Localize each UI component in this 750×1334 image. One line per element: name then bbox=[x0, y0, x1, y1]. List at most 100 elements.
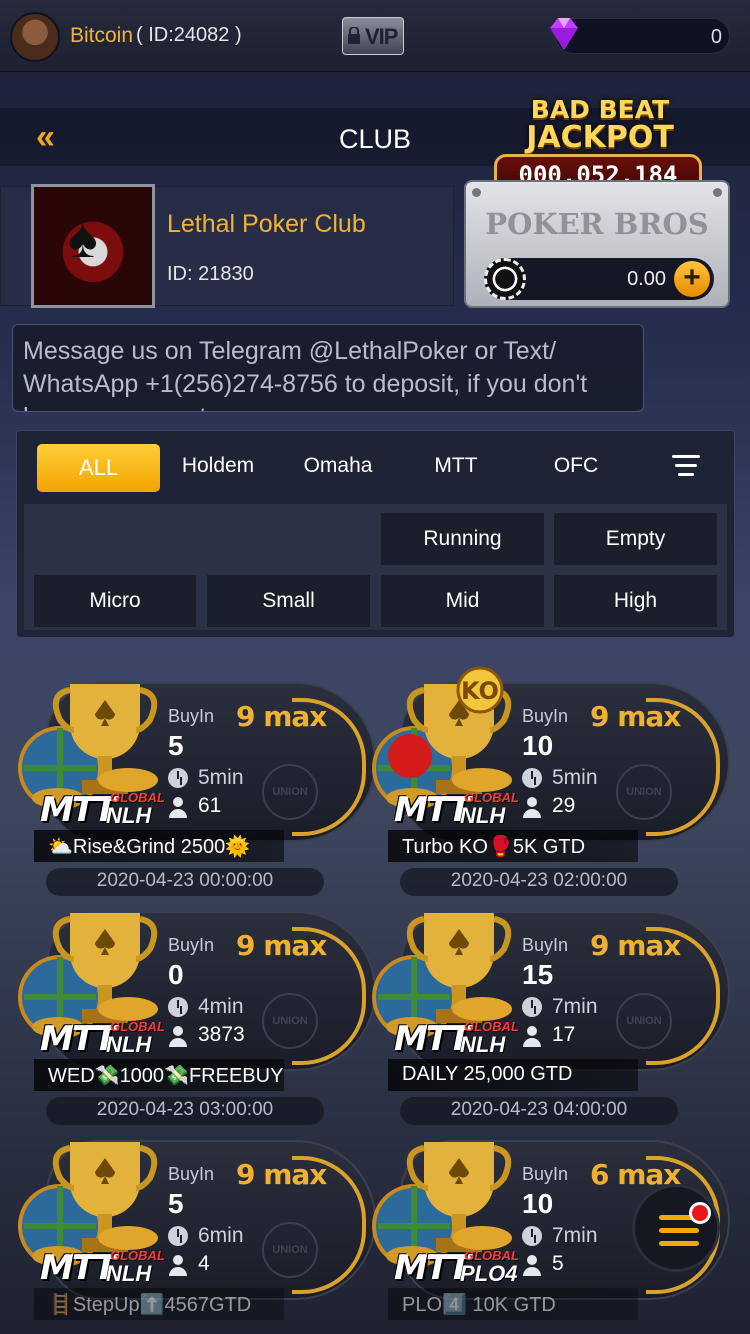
buyin-label: BuyIn bbox=[168, 935, 215, 955]
buyin-label: BuyIn bbox=[168, 1164, 215, 1184]
tournament-card[interactable]: MTT GLOBAL NLH BuyIn 9 max 0 4min 3873 UNION WED💸… bbox=[18, 911, 376, 1139]
buyin-label: BuyIn bbox=[522, 706, 569, 726]
svg-text:KO: KO bbox=[461, 677, 499, 705]
game-type: NLH bbox=[460, 803, 506, 828]
person-icon bbox=[169, 797, 187, 818]
union-badge: UNION bbox=[616, 993, 672, 1049]
person-icon bbox=[523, 1255, 541, 1276]
vip-button[interactable]: VIP bbox=[342, 17, 404, 55]
screw-icon bbox=[472, 188, 481, 197]
player-count: 5 bbox=[552, 1252, 564, 1275]
tournament-name: 🪜StepUp⬆️4567GTD bbox=[48, 1294, 252, 1316]
game-type: NLH bbox=[460, 1032, 506, 1057]
screw-icon bbox=[713, 188, 722, 197]
tournament-name: DAILY 25,000 GTD bbox=[402, 1063, 573, 1085]
filter-high[interactable]: High bbox=[554, 575, 717, 627]
buyin-value: 15 bbox=[522, 959, 554, 990]
buyin-label: BuyIn bbox=[522, 935, 569, 955]
menu-button[interactable] bbox=[632, 1184, 720, 1272]
buyin-value: 0 bbox=[168, 959, 184, 990]
chip-icon bbox=[484, 258, 526, 300]
tab-mtt[interactable]: MTT bbox=[402, 454, 510, 484]
blind-time: 7min bbox=[552, 995, 598, 1018]
filter-running[interactable]: Running bbox=[381, 513, 544, 565]
game-type: NLH bbox=[106, 1032, 152, 1057]
tournament-card[interactable]: MTT GLOBAL NLH BuyIn 9 max 15 7min 17 UNION DAILY… bbox=[372, 911, 730, 1139]
buyin-label: BuyIn bbox=[168, 706, 215, 726]
club-id: ID: 21830 bbox=[167, 263, 254, 285]
buyin-value: 10 bbox=[522, 1188, 554, 1219]
tournament-name: Turbo KO🥊5K GTD bbox=[402, 836, 586, 858]
avatar[interactable] bbox=[10, 12, 60, 62]
buyin-value: 5 bbox=[168, 730, 184, 761]
tab-all[interactable]: ALL bbox=[37, 444, 160, 492]
filter-mid[interactable]: Mid bbox=[381, 575, 544, 627]
club-name: Lethal Poker Club bbox=[167, 210, 366, 238]
menu-icon bbox=[659, 1241, 699, 1246]
game-type: NLH bbox=[106, 1261, 152, 1286]
blind-time: 5min bbox=[552, 766, 598, 789]
mtt-label: MTT bbox=[40, 790, 117, 830]
start-date: 2020-04-23 02:00:00 bbox=[450, 870, 628, 891]
union-badge: UNION bbox=[262, 993, 318, 1049]
clock-icon bbox=[168, 1226, 188, 1246]
clock-icon bbox=[522, 1226, 542, 1246]
person-icon bbox=[523, 797, 541, 818]
plus-icon[interactable]: + bbox=[674, 261, 710, 297]
mtt-label: MTT bbox=[394, 1248, 471, 1288]
max-players: 9 max bbox=[236, 1158, 327, 1191]
player-count: 29 bbox=[552, 794, 576, 817]
clock-icon bbox=[522, 768, 542, 788]
max-players: 9 max bbox=[236, 929, 327, 962]
clock-icon bbox=[168, 997, 188, 1017]
max-players: 9 max bbox=[590, 929, 681, 962]
tournament-card[interactable]: KO MTT GLOBAL NLH BuyIn 9 max 10 5min 29 UNION Tur… bbox=[372, 666, 730, 910]
person-icon bbox=[169, 1026, 187, 1047]
spade-icon: ♠ bbox=[68, 206, 98, 269]
tournament-name: ⛅Rise&Grind 2500🌞 bbox=[48, 836, 251, 858]
person-icon bbox=[523, 1026, 541, 1047]
tab-holdem[interactable]: Holdem bbox=[164, 454, 272, 484]
jackpot-title[interactable]: BAD BEAT JACKPOT bbox=[520, 96, 680, 155]
username: Bitcoin bbox=[70, 24, 134, 47]
game-type: PLO4 bbox=[460, 1261, 518, 1286]
mtt-label: MTT bbox=[40, 1019, 117, 1059]
clock-icon bbox=[168, 768, 188, 788]
start-date: 2020-04-23 03:00:00 bbox=[96, 1099, 274, 1120]
user-id: ( ID:24082 ) bbox=[136, 24, 242, 46]
tournament-name: PLO4️⃣ 10K GTD bbox=[402, 1294, 556, 1316]
mtt-label: MTT bbox=[394, 790, 471, 830]
max-players: 9 max bbox=[590, 700, 681, 733]
player-count: 3873 bbox=[198, 1023, 245, 1046]
game-type: NLH bbox=[106, 803, 152, 828]
player-count: 17 bbox=[552, 1023, 576, 1046]
filter-small[interactable]: Small bbox=[207, 575, 370, 627]
mtt-label: MTT bbox=[40, 1248, 117, 1288]
chip-balance: 0.00 bbox=[627, 268, 666, 290]
start-date: 2020-04-23 00:00:00 bbox=[96, 870, 274, 891]
mtt-label: MTT bbox=[394, 1019, 471, 1059]
blind-time: 7min bbox=[552, 1224, 598, 1247]
jackpot-line2: JACKPOT bbox=[526, 120, 674, 155]
club-message[interactable]: Message us on Telegram @LethalPoker or T… bbox=[12, 324, 644, 412]
person-icon bbox=[169, 1255, 187, 1276]
buyin-value: 10 bbox=[522, 730, 554, 761]
tournament-card[interactable]: MTT GLOBAL NLH BuyIn 9 max 5 5min 61 UNION ⛅Rise&… bbox=[18, 682, 376, 910]
filter-micro[interactable]: Micro bbox=[34, 575, 196, 627]
buyin-label: BuyIn bbox=[522, 1164, 569, 1184]
tournament-name: WED💸1000💸FREEBUY bbox=[48, 1065, 284, 1087]
tab-ofc[interactable]: OFC bbox=[522, 454, 630, 484]
club-message-text: Message us on Telegram @LethalPoker or T… bbox=[23, 337, 588, 411]
blind-time: 4min bbox=[198, 995, 244, 1018]
notification-dot bbox=[689, 1202, 711, 1224]
buyin-value: 5 bbox=[168, 1188, 184, 1219]
tab-omaha[interactable]: Omaha bbox=[284, 454, 392, 484]
vip-label: VIP bbox=[365, 24, 398, 49]
menu-icon bbox=[659, 1228, 699, 1233]
filter-empty[interactable]: Empty bbox=[554, 513, 717, 565]
tournament-card[interactable]: MTT GLOBAL NLH BuyIn 9 max 5 6min 4 UNION 🪜StepUp… bbox=[18, 1140, 376, 1334]
lock-icon bbox=[348, 27, 360, 44]
max-players: 9 max bbox=[236, 700, 327, 733]
filter-menu-icon[interactable] bbox=[672, 455, 700, 477]
gem-icon bbox=[550, 18, 578, 50]
